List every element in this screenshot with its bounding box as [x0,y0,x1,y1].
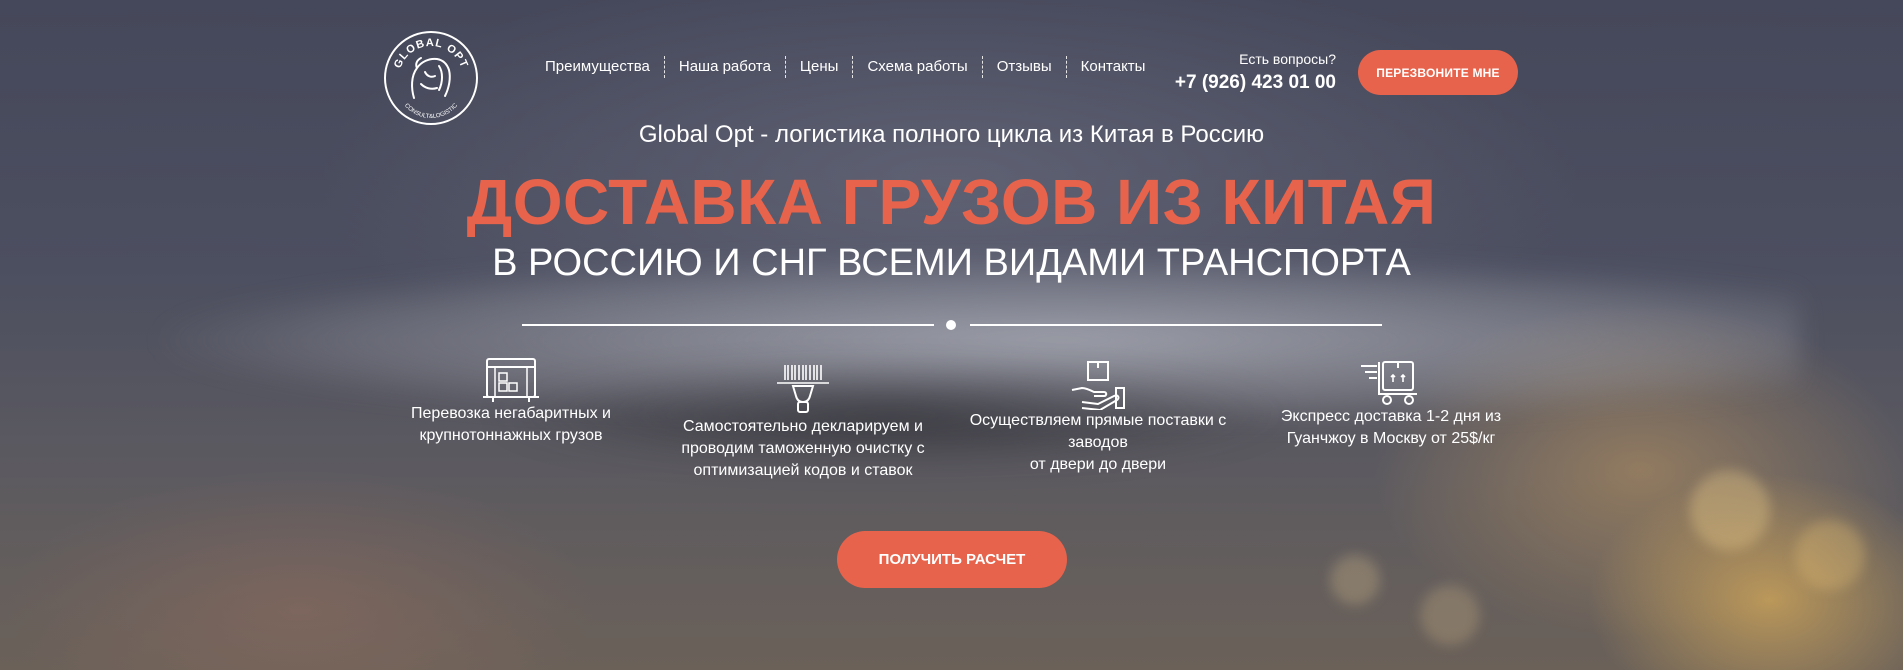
express-cart-icon [1361,361,1417,405]
box-in-hand-icon [1071,361,1125,410]
nav-item-contacts[interactable]: Контакты [1065,56,1160,78]
hero-subtitle: Global Opt - логистика полного цикла из … [638,121,1265,148]
nav-item-prices[interactable]: Цены [784,56,853,78]
contact-question: Есть вопросы? [1239,51,1336,67]
logo-emblem-icon: GLOBAL OPT CONSULT&LOGISTIC [384,31,478,125]
hero-headline: ДОСТАВКА ГРУЗОВ ИЗ КИТАЯ [466,166,1437,238]
logo[interactable]: GLOBAL OPT CONSULT&LOGISTIC [381,28,481,128]
feature-text: Самостоятельно декларируем и проводим та… [681,418,925,479]
feature-oversized-cargo: Перевозка негабаритных и крупнотоннажных… [400,355,622,447]
bokeh-light [1420,585,1480,645]
contact-block: Есть вопросы? +7 (926) 423 01 00 [1160,50,1336,96]
svg-text:CONSULT&LOGISTIC: CONSULT&LOGISTIC [403,102,459,120]
feature-direct-supply: Осуществляем прямые поставки с заводов о… [958,358,1238,476]
nav-item-our-work[interactable]: Наша работа [663,56,785,78]
feature-text: Экспресс доставка 1-2 дня из Гуанчжоу в … [1280,408,1502,447]
divider-dot [946,320,956,330]
bokeh-light [1795,520,1865,590]
nav-item-advantages[interactable]: Преимущества [531,56,664,78]
feature-text: Осуществляем прямые поставки с заводов о… [969,412,1227,473]
feature-express-delivery: Экспресс доставка 1-2 дня из Гуанчжоу в … [1266,358,1516,450]
barcode-scanner-icon [777,365,829,413]
main-nav: Преимущества Наша работа Цены Схема рабо… [531,56,1159,78]
bokeh-light [1690,470,1770,550]
get-quote-button[interactable]: ПОЛУЧИТЬ РАСЧЕТ [837,531,1067,588]
nav-item-workflow[interactable]: Схема работы [852,56,981,78]
bokeh-light [1330,555,1380,605]
divider-line-right [970,324,1382,326]
nav-item-reviews[interactable]: Отзывы [981,56,1066,78]
hero-subheadline: В РОССИЮ И СНГ ВСЕМИ ВИДАМИ ТРАНСПОРТА [492,242,1411,284]
logo-bottom-text: CONSULT&LOGISTIC [403,102,459,120]
divider-line-left [522,324,934,326]
callback-button[interactable]: ПЕРЕЗВОНИТЕ МНЕ [1358,50,1518,95]
hero-divider [522,318,1382,332]
phone-number-link[interactable]: +7 (926) 423 01 00 [1160,70,1336,96]
container-icon [483,358,539,402]
feature-customs: Самостоятельно декларируем и проводим та… [668,362,938,482]
feature-text: Перевозка негабаритных и крупнотоннажных… [411,405,611,444]
